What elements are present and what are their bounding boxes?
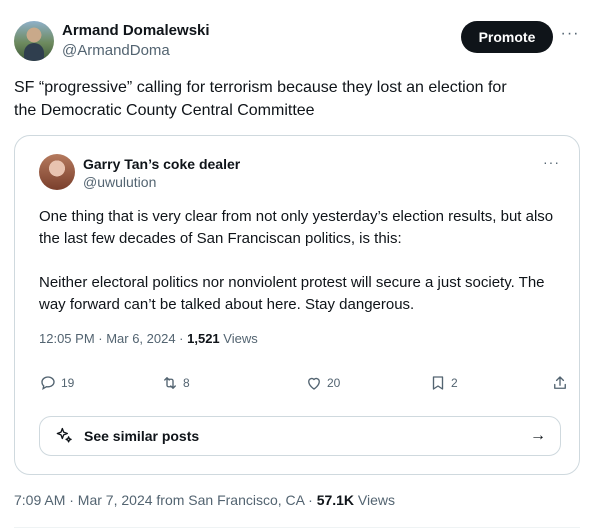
see-similar-posts-button[interactable]: See similar posts → (39, 416, 561, 456)
quoted-text-paragraph-1: One thing that is very clear from not on… (39, 208, 554, 247)
quoted-more-options-icon[interactable]: ··· (543, 154, 560, 170)
like-icon (308, 377, 320, 390)
reply-button[interactable]: 19 (39, 374, 74, 392)
post-views-label: Views (354, 492, 396, 508)
tweet-text-line-2: the Democratic County Central Committee (14, 102, 315, 119)
quoted-timestamp[interactable]: 12:05 PM · Mar 6, 2024 · (39, 331, 187, 346)
quoted-post-meta: 12:05 PM · Mar 6, 2024 · 1,521 Views (39, 331, 258, 346)
divider (14, 527, 580, 528)
quoted-author-handle[interactable]: @uwulution (83, 174, 156, 190)
share-button[interactable] (551, 374, 569, 392)
bookmark-button[interactable]: 2 (429, 374, 458, 392)
quoted-post-card[interactable]: Garry Tan’s coke dealer @uwulution ··· O… (14, 135, 580, 475)
more-options-icon[interactable]: ··· (560, 26, 580, 46)
like-count: 20 (327, 376, 341, 390)
repost-button[interactable]: 8 (161, 374, 190, 392)
reply-icon (41, 376, 55, 390)
quoted-views-label: Views (219, 331, 258, 346)
post-views-count: 57.1K (316, 492, 355, 508)
tweet-text-line-1: SF “progressive” calling for terrorism b… (14, 79, 507, 96)
author-name[interactable]: Armand Domalewski (62, 22, 210, 39)
post-meta: 7:09 AM · Mar 7, 2024 from San Francisco… (14, 492, 395, 508)
repost-count: 8 (183, 376, 190, 390)
promote-button[interactable]: Promote (461, 21, 553, 53)
arrow-right-icon: → (530, 427, 546, 444)
bookmark-count: 2 (451, 376, 458, 390)
tweet-text: SF “progressive” calling for terrorism b… (14, 76, 574, 122)
reply-count: 19 (61, 376, 75, 390)
quoted-views-count: 1,521 (187, 331, 220, 346)
see-similar-posts-label: See similar posts (84, 428, 200, 444)
post-timestamp[interactable]: 7:09 AM · Mar 7, 2024 from San Francisco… (14, 492, 317, 508)
quoted-author-name[interactable]: Garry Tan’s coke dealer (83, 156, 240, 172)
like-button[interactable]: 20 (305, 374, 340, 392)
share-icon (554, 376, 566, 389)
author-avatar[interactable] (14, 21, 54, 61)
repost-icon (164, 377, 176, 389)
quoted-author-avatar[interactable] (39, 154, 75, 190)
author-handle[interactable]: @ArmandDoma (62, 42, 170, 59)
bookmark-icon (432, 376, 444, 390)
quoted-action-bar: 19 8 20 2 (39, 374, 566, 396)
quoted-text-paragraph-2: Neither electoral politics nor nonviolen… (39, 274, 545, 313)
sparkle-icon (56, 427, 72, 443)
